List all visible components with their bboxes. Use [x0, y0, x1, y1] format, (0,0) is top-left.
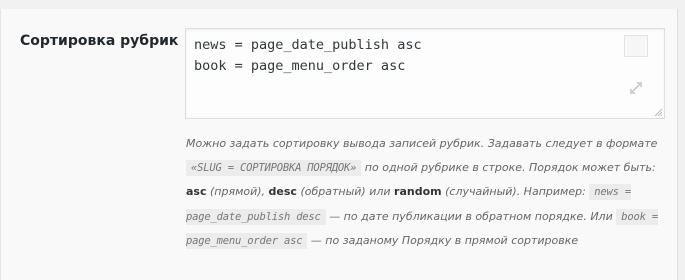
top-band	[0, 0, 685, 9]
desc-asc: asc	[186, 185, 207, 198]
expand-button[interactable]	[624, 35, 648, 94]
field-label: Сортировка рубрик	[20, 31, 178, 51]
desc-random: random	[394, 185, 442, 198]
textarea-value: news = page_date_publish asc book = page…	[194, 37, 422, 74]
desc-asc-text: (прямой),	[206, 185, 269, 198]
field-description: Можно задать сортировку вывода записей р…	[186, 132, 670, 254]
resize-grip-icon[interactable]	[654, 108, 662, 116]
desc-example2-text: — по заданому Порядку в прямой сортировк…	[307, 234, 579, 247]
settings-row: Сортировка рубрик news = page_date_publi…	[0, 9, 678, 280]
desc-code-format: «SLUG = СОРТИРОВКА ПОРЯДОК»	[186, 159, 362, 176]
field-label-text: Сортировка рубрик	[20, 33, 179, 49]
expand-icon	[630, 82, 642, 94]
desc-text-2: по одной рубрике в строке. Порядок может…	[361, 160, 656, 174]
sort-order-textarea[interactable]: news = page_date_publish asc book = page…	[185, 28, 665, 119]
desc-desc-text: (обратный) или	[296, 185, 395, 198]
desc-example1-text: — по дате публикации в обратном порядке.…	[325, 209, 617, 223]
desc-text-1: Можно задать сортировку вывода записей р…	[186, 137, 658, 150]
desc-random-text: (случайный). Например:	[441, 185, 590, 198]
desc-desc: desc	[268, 185, 297, 198]
